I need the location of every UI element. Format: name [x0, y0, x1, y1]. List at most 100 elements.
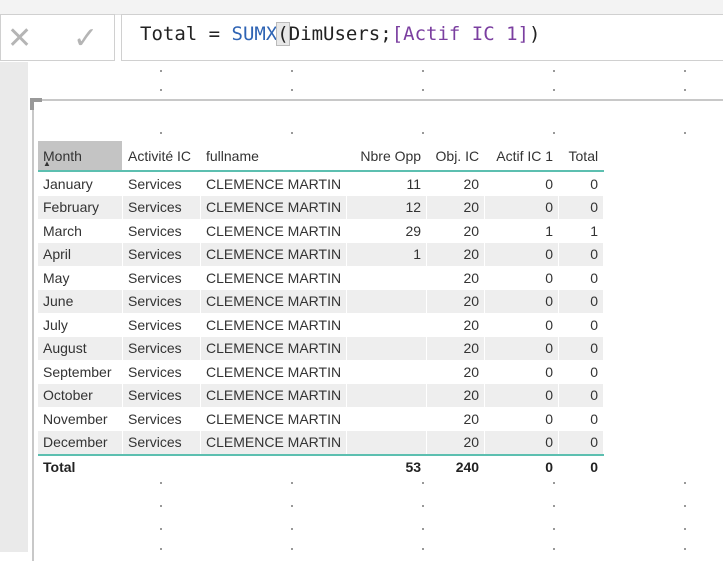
table-cell: Services [122, 313, 201, 337]
total-cell: Total [38, 454, 123, 478]
table-row[interactable]: September Services CLEMENCE MARTIN 20 0 0 [38, 360, 605, 384]
table-cell: 0 [558, 407, 605, 431]
grid-dot [160, 548, 162, 550]
table-cell: January [38, 171, 123, 196]
table-cell: April [38, 242, 123, 266]
grid-dot [422, 482, 424, 484]
table-cell: Services [122, 171, 201, 196]
column-header-actif-ic-1[interactable]: Actif IC 1 [484, 141, 560, 172]
grid-dot [553, 482, 555, 484]
formula-table: DimUsers; [288, 23, 392, 45]
table-row[interactable]: April Services CLEMENCE MARTIN 1 20 0 0 [38, 242, 605, 266]
grid-dot [684, 70, 686, 72]
column-header-fullname[interactable]: fullname [200, 141, 348, 172]
table-cell: CLEMENCE MARTIN [200, 266, 348, 290]
table-row[interactable]: March Services CLEMENCE MARTIN 29 20 1 1 [38, 219, 605, 243]
table-cell: 0 [558, 266, 605, 290]
total-cell: 53 [346, 454, 428, 478]
table-cell: 20 [426, 313, 486, 337]
grid-dot [291, 528, 293, 530]
measure-name: Total = [140, 23, 232, 45]
total-row: Total 53 240 0 0 [38, 454, 605, 478]
grid-dot [160, 528, 162, 530]
table-cell [346, 266, 428, 290]
table-row[interactable]: June Services CLEMENCE MARTIN 20 0 0 [38, 289, 605, 313]
table-visual: Month ▲ Activité IC fullname Nbre Opp Obj. IC… [38, 141, 605, 478]
total-cell [122, 454, 201, 478]
table-cell: CLEMENCE MARTIN [200, 383, 348, 407]
resize-handle[interactable] [30, 98, 42, 110]
formula-paren: ( [276, 22, 290, 46]
grid-dot [291, 132, 293, 134]
grid-dot [684, 89, 686, 91]
grid-dot [553, 548, 555, 550]
grid-dot [553, 505, 555, 507]
table-cell: 20 [426, 336, 486, 360]
ribbon-strip [0, 0, 723, 15]
formula-reference: [Actif IC 1] [391, 23, 529, 45]
table-cell: 0 [484, 195, 560, 219]
table-cell: 0 [558, 171, 605, 196]
grid-dot [684, 132, 686, 134]
table-row[interactable]: February Services CLEMENCE MARTIN 12 20 0 0 [38, 195, 605, 219]
table-cell: 20 [426, 195, 486, 219]
table-cell: CLEMENCE MARTIN [200, 336, 348, 360]
grid-dot [684, 482, 686, 484]
table-cell: 12 [346, 195, 428, 219]
table-cell: 0 [558, 430, 605, 455]
table-row[interactable]: May Services CLEMENCE MARTIN 20 0 0 [38, 266, 605, 290]
table-cell: 20 [426, 242, 486, 266]
table-cell: CLEMENCE MARTIN [200, 242, 348, 266]
table-row[interactable]: July Services CLEMENCE MARTIN 20 0 0 [38, 313, 605, 337]
table-cell [346, 313, 428, 337]
total-cell: 240 [426, 454, 486, 478]
left-gutter [0, 62, 28, 552]
column-header-activit-ic[interactable]: Activité IC [122, 141, 201, 172]
table-cell: August [38, 336, 123, 360]
column-header-obj-ic[interactable]: Obj. IC [426, 141, 486, 172]
grid-dot [553, 70, 555, 72]
table-row[interactable]: October Services CLEMENCE MARTIN 20 0 0 [38, 383, 605, 407]
table-cell: 20 [426, 289, 486, 313]
table-cell: CLEMENCE MARTIN [200, 313, 348, 337]
table-cell: 0 [558, 313, 605, 337]
table-row[interactable]: December Services CLEMENCE MARTIN 20 0 0 [38, 430, 605, 455]
grid-dot [291, 70, 293, 72]
grid-dot [291, 482, 293, 484]
table-cell [346, 383, 428, 407]
column-header-month[interactable]: Month ▲ [38, 141, 123, 172]
table-cell: 20 [426, 266, 486, 290]
grid-dot [553, 132, 555, 134]
table-cell: CLEMENCE MARTIN [200, 219, 348, 243]
formula-input[interactable]: Total = SUMX(DimUsers;[Actif IC 1]) [121, 14, 723, 61]
x-icon[interactable]: ✕ [7, 21, 32, 56]
table-cell: 1 [484, 219, 560, 243]
table-cell [346, 407, 428, 431]
table-row[interactable]: November Services CLEMENCE MARTIN 20 0 0 [38, 407, 605, 431]
table-cell: 0 [484, 242, 560, 266]
table-cell: 0 [484, 336, 560, 360]
table-cell: 0 [558, 336, 605, 360]
table-cell: 0 [484, 383, 560, 407]
table-cell: September [38, 360, 123, 384]
table-row[interactable]: August Services CLEMENCE MARTIN 20 0 0 [38, 336, 605, 360]
table-cell: 11 [346, 171, 428, 196]
table-cell: 20 [426, 430, 486, 455]
table-cell: CLEMENCE MARTIN [200, 407, 348, 431]
table-cell: Services [122, 289, 201, 313]
table-cell: 0 [558, 242, 605, 266]
table-row[interactable]: January Services CLEMENCE MARTIN 11 20 0 0 [38, 171, 605, 196]
table-cell: July [38, 313, 123, 337]
column-header-nbre-opp[interactable]: Nbre Opp [346, 141, 428, 172]
table-cell: 0 [484, 266, 560, 290]
table-cell [346, 336, 428, 360]
check-icon[interactable]: ✓ [73, 21, 98, 56]
table-cell [346, 360, 428, 384]
column-header-total[interactable]: Total [558, 141, 605, 172]
grid-dot [553, 528, 555, 530]
table-cell: 20 [426, 219, 486, 243]
table-cell: 20 [426, 407, 486, 431]
formula-function: SUMX [231, 23, 278, 45]
formula-buttons: ✕ ✓ [0, 14, 115, 61]
formula-close: ) [528, 23, 541, 45]
